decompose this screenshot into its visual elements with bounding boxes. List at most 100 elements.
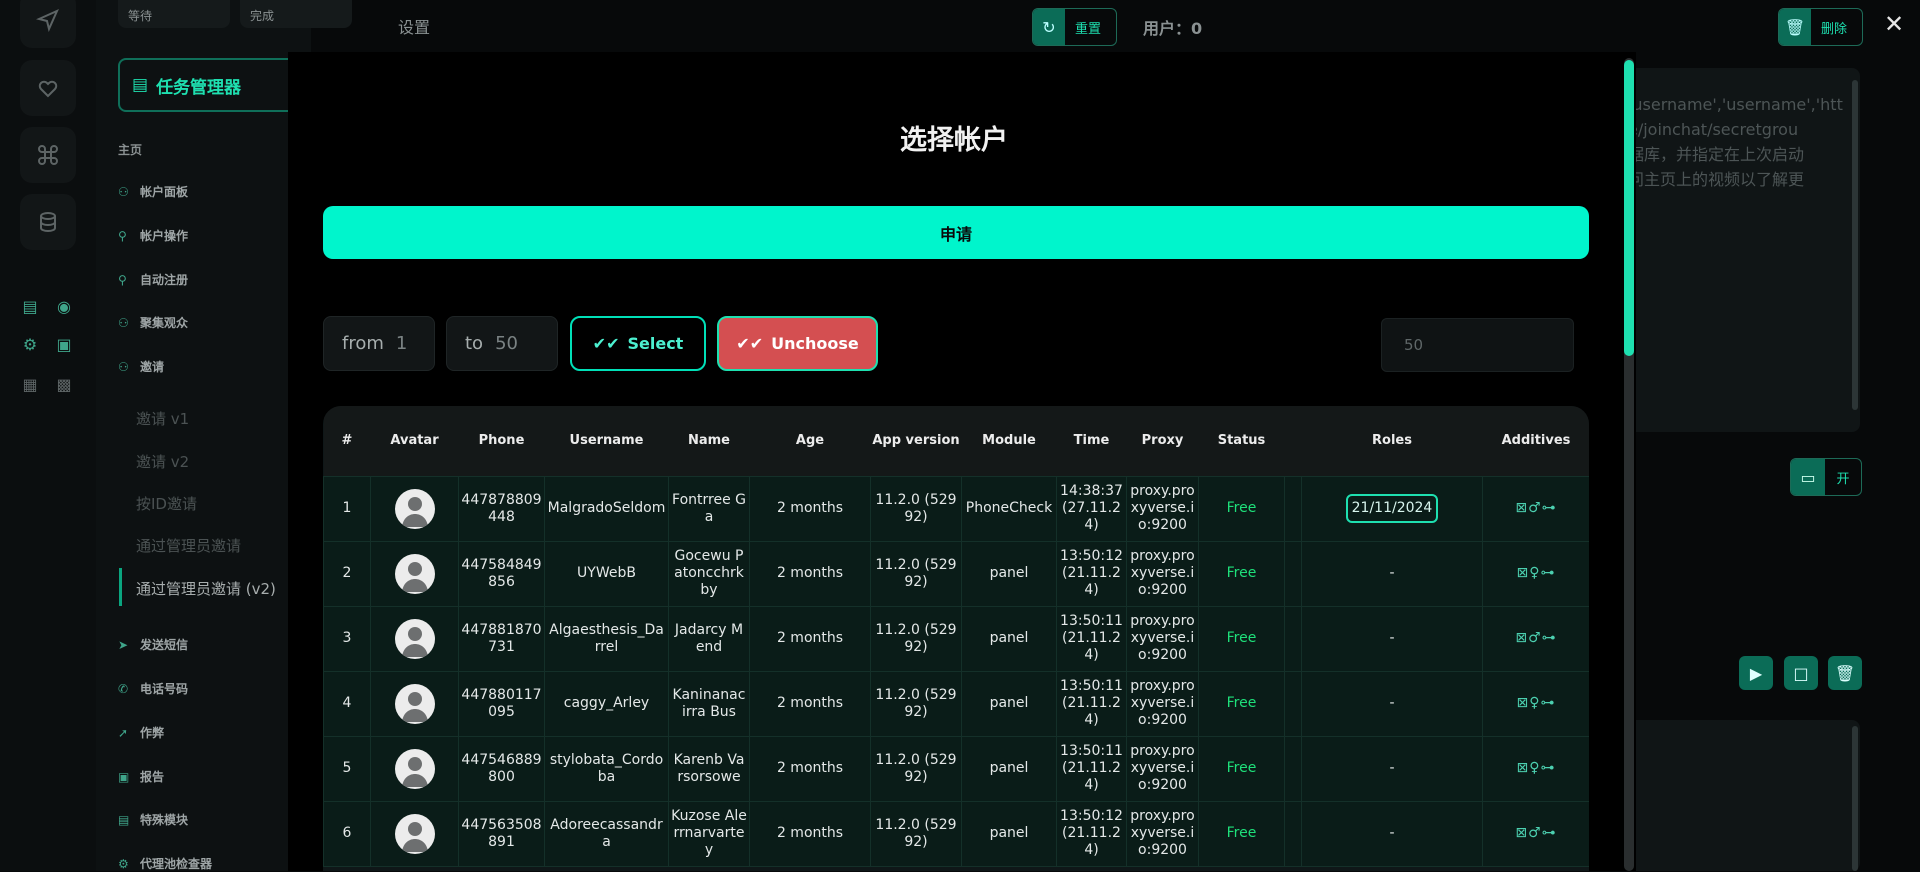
table-row[interactable]: 1 447878809448 MalgradoSeldom Fontrree Ga 2 … <box>323 475 1589 542</box>
sidebar-item-reports[interactable]: ▣ 报告 <box>118 768 164 785</box>
to-field[interactable]: to 50 <box>446 316 558 371</box>
sub-item-invite-admin-v2[interactable]: 通过管理员邀请 (v2) <box>136 578 276 599</box>
gear-icon[interactable]: ⚙ <box>18 332 42 356</box>
sub-item-invite-v2[interactable]: 邀请 v2 <box>136 451 189 472</box>
sidebar-item-invite[interactable]: ⚇ 邀请 <box>118 358 164 375</box>
phone-cell: 447546889800 <box>458 735 545 802</box>
table-row[interactable]: 2 447584849856 UYWebB Gocewu Patoncchrkby 2 … <box>323 540 1589 607</box>
sidebar-item-proxy-checker[interactable]: ⚙ 代理池检查器 <box>118 855 212 872</box>
trash-icon: 🗑 <box>1779 9 1811 45</box>
sidebar-item-account-ops[interactable]: ⚲ 帐户操作 <box>118 227 188 244</box>
delete-button[interactable]: 🗑 删除 <box>1778 8 1863 46</box>
sub-item-invite-v1[interactable]: 邀请 v1 <box>136 408 189 429</box>
col-header: Proxy <box>1126 406 1199 476</box>
count-input[interactable]: 50 <box>1381 318 1574 372</box>
modal-title: 选择帐户 <box>900 125 1008 156</box>
unchoose-button[interactable]: ✔✔ Unchoose <box>717 316 878 371</box>
sidebar-item-cheat[interactable]: ➚ 作弊 <box>118 724 164 741</box>
age-cell: 2 months <box>749 670 871 737</box>
table-row[interactable]: 3 447881870731 Algaesthesis_Darrel Jadarcy … <box>323 605 1589 672</box>
page-title: 设置 <box>398 18 431 37</box>
sidebar-item-label: 帐户操作 <box>140 229 189 243</box>
nav-home[interactable]: 主页 <box>118 141 142 158</box>
role-empty: - <box>1389 760 1395 776</box>
col-header: # <box>323 406 371 476</box>
name-cell: Gocewu Patoncchrkby <box>668 540 750 607</box>
spacer-cell <box>1284 735 1302 802</box>
to-value[interactable]: 50 <box>495 333 518 354</box>
delete-label: 删除 <box>1821 21 1848 37</box>
sidebar-item-account-panel[interactable]: ⚇ 帐户面板 <box>118 183 188 200</box>
grid-icon[interactable]: ▩ <box>52 372 76 396</box>
select-button[interactable]: ✔✔ Select <box>570 316 706 371</box>
proxy-cell: proxy.proxyverse.io:9200 <box>1126 670 1199 737</box>
table-row[interactable]: 4 447880117095 caggy_Arley Kaninanacirra Bu… <box>323 670 1589 737</box>
roles-cell: - <box>1301 670 1483 737</box>
sidebar-item-special-modules[interactable]: ▤ 特殊模块 <box>118 811 188 828</box>
additives-icons[interactable]: ⊠♂⊶ <box>1515 630 1556 646</box>
db-settings-icon[interactable]: ▤ <box>18 294 42 318</box>
doc-icon[interactable]: ▦ <box>18 372 42 396</box>
sidebar-item-label: 报告 <box>140 770 165 784</box>
avatar <box>394 748 435 789</box>
sidebar-item-label: 邀请 <box>140 360 165 374</box>
app-cell: 11.2.0 (52992) <box>870 735 962 802</box>
additives-icons[interactable]: ⊠♂⊶ <box>1515 500 1556 516</box>
textarea-line: 据库，并指定在上次启动 <box>1628 145 1805 164</box>
user-location-icon[interactable]: ◉ <box>52 294 76 318</box>
name-cell: Kaninanacirra Bus <box>668 670 750 737</box>
sidebar-item-auto-register[interactable]: ⚲ 自动注册 <box>118 271 188 288</box>
name-cell: Karenb Varsorsowe <box>668 735 750 802</box>
modal-scrollbar-thumb[interactable] <box>1624 60 1634 356</box>
table-row[interactable]: 5 447546889800 stylobata_Cordoba Karenb Var… <box>323 735 1589 802</box>
send-icon[interactable] <box>20 0 76 48</box>
unchoose-label: Unchoose <box>771 334 859 353</box>
time-cell: 13:50:12 (21.11.24) <box>1056 540 1127 607</box>
username-cell: UYWebB <box>544 540 669 607</box>
stop-button[interactable]: □ <box>1784 656 1818 690</box>
additives-icons[interactable]: ⊠♂⊶ <box>1515 825 1556 841</box>
links-textarea[interactable]: 'username','username','htt e/joinchat/se… <box>1628 68 1860 432</box>
apply-button[interactable]: 申请 <box>323 206 1589 259</box>
phone-cell: 447584849856 <box>458 540 545 607</box>
sidebar-item-send-sms[interactable]: ➤ 发送短信 <box>118 636 188 653</box>
sub-item-invite-admin[interactable]: 通过管理员邀请 <box>136 535 241 556</box>
database-icon[interactable] <box>20 194 76 250</box>
avatar-cell <box>370 605 459 672</box>
sidebar-item-gather-audience[interactable]: ⚇ 聚集观众 <box>118 314 188 331</box>
avatar-cell <box>370 800 459 867</box>
clear-button[interactable]: 🗑 <box>1828 656 1862 690</box>
log-scrollbar[interactable] <box>1852 726 1858 871</box>
textarea-scrollbar[interactable] <box>1852 80 1858 410</box>
additives-cell: ⊠♀⊶ <box>1482 735 1589 802</box>
time-cell: 13:50:11(21.11.24) <box>1056 670 1127 737</box>
folder-icon: ▭ <box>1791 459 1825 495</box>
close-icon[interactable]: ✕ <box>1884 10 1904 38</box>
col-header: App version <box>870 406 962 476</box>
status-cell: Free <box>1198 605 1285 672</box>
sidebar-item-phone-numbers[interactable]: ✆ 电话号码 <box>118 680 188 697</box>
additives-icons[interactable]: ⊠♀⊶ <box>1517 565 1556 581</box>
role-empty: - <box>1389 565 1395 581</box>
status-cell: Free <box>1198 670 1285 737</box>
heart-icon[interactable] <box>20 60 76 116</box>
command-icon[interactable] <box>20 127 76 183</box>
sub-item-invite-by-id[interactable]: 按ID邀请 <box>136 493 197 514</box>
additives-icons[interactable]: ⊠♀⊶ <box>1517 695 1556 711</box>
roles-cell: 21/11/2024 <box>1301 475 1483 542</box>
from-value[interactable]: 1 <box>396 333 407 354</box>
code-icon[interactable]: ▣ <box>52 332 76 356</box>
name-cell: Jadarcy Mend <box>668 605 750 672</box>
sidebar-item-label: 发送短信 <box>140 638 189 652</box>
reset-button[interactable]: ↻ 重置 <box>1032 8 1117 46</box>
open-folder-button[interactable]: ▭ 开 <box>1790 458 1862 496</box>
avatar-cell <box>370 735 459 802</box>
user-icon: ⚲ <box>118 228 127 243</box>
additives-cell: ⊠♂⊶ <box>1482 475 1589 542</box>
additives-icons[interactable]: ⊠♀⊶ <box>1517 760 1556 776</box>
play-button[interactable]: ▶ <box>1739 656 1773 690</box>
status-chip-done: 完成 <box>240 0 352 28</box>
from-field[interactable]: from 1 <box>323 316 435 371</box>
table-row[interactable]: 6 447563508891 Adoreecassandra Kuzose Alerr… <box>323 800 1589 867</box>
col-header: Status <box>1198 406 1285 476</box>
